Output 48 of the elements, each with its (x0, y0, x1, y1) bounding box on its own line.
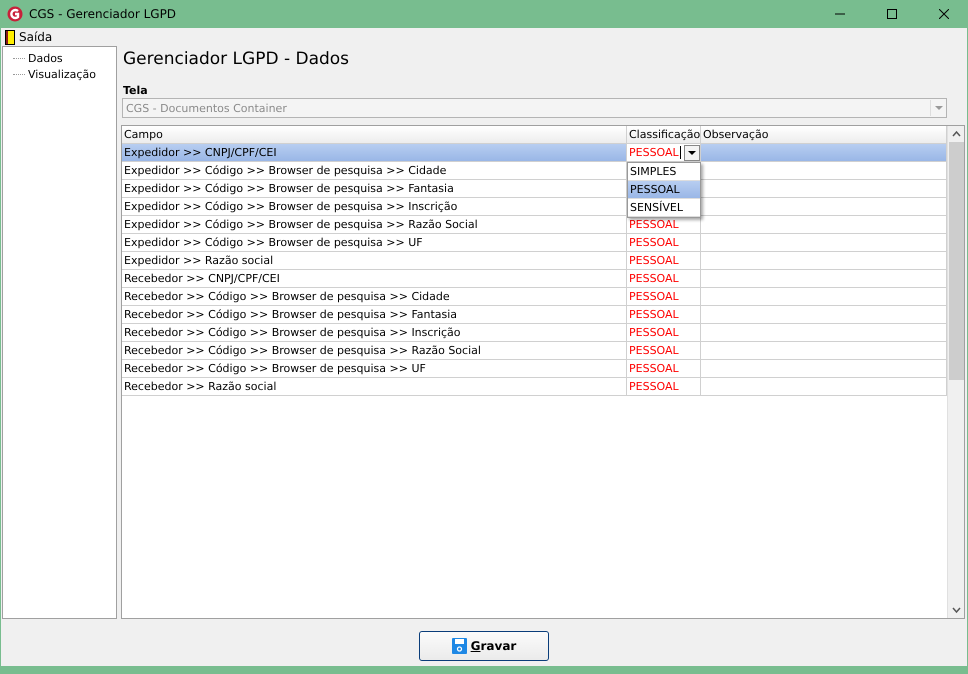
column-header[interactable]: Classificação (627, 126, 701, 143)
dropdown-option[interactable]: PESSOAL (628, 181, 700, 199)
table-row[interactable]: Recebedor >> Código >> Browser de pesquisa >> Cidade PESSOAL (122, 288, 947, 306)
table-cell: Expedidor >> Razão social (122, 252, 627, 269)
close-icon (939, 9, 949, 19)
table-row[interactable]: Expedidor >> Código >> Browser de pesquisa >> UF PESSOAL (122, 234, 947, 252)
table-cell: Recebedor >> Razão social (122, 378, 627, 395)
exit-menu-item[interactable]: Saída (5, 30, 52, 44)
tree-item[interactable]: Dados (13, 51, 116, 66)
table-cell: PESSOAL (627, 270, 701, 287)
table-row[interactable]: Expedidor >> Código >> Browser de pesquisa >> Razão Social PESSOAL (122, 216, 947, 234)
table-cell: PESSOAL (627, 306, 701, 323)
table-row[interactable]: Recebedor >> Código >> Browser de pesquisa >> UF PESSOAL (122, 360, 947, 378)
table-cell: PESSOAL (627, 360, 701, 377)
table-cell: Recebedor >> CNPJ/CPF/CEI (122, 270, 627, 287)
table-cell: Expedidor >> Código >> Browser de pesquisa >> UF (122, 234, 627, 251)
table-cell: Recebedor >> Código >> Browser de pesquisa >> UF (122, 360, 627, 377)
table-cell: PESSOAL (627, 324, 701, 341)
dropdown-option[interactable]: SIMPLES (628, 163, 700, 181)
table-row[interactable]: Expedidor >> CNPJ/CPF/CEI PESSOAL (122, 144, 947, 162)
field-label: Tela (122, 84, 149, 97)
table-row[interactable]: Expedidor >> Razão social PESSOAL (122, 252, 947, 270)
door-icon (5, 30, 15, 44)
dropdown-arrow-icon (934, 106, 942, 110)
table-cell: Recebedor >> Código >> Browser de pesquisa >> Cidade (122, 288, 627, 305)
table-row[interactable]: Recebedor >> Razão social PESSOAL (122, 378, 947, 396)
table-cell: Recebedor >> Código >> Browser de pesquisa >> Fantasia (122, 306, 627, 323)
table-cell: Recebedor >> Código >> Browser de pesquisa >> Inscrição (122, 324, 627, 341)
app-logo-icon (7, 6, 23, 22)
scrollbar[interactable] (947, 126, 964, 618)
window-title: CGS - Gerenciador LGPD (29, 7, 178, 21)
dropdown-option[interactable]: SENSÍVEL (628, 199, 700, 217)
page-heading: Gerenciador LGPD - Dados (122, 48, 350, 71)
table-row[interactable]: Recebedor >> Código >> Browser de pesquisa >> Fantasia PESSOAL (122, 306, 947, 324)
table-row[interactable]: Recebedor >> CNPJ/CPF/CEI PESSOAL (122, 270, 947, 288)
table-cell: PESSOAL (627, 288, 701, 305)
table-cell: Recebedor >> Código >> Browser de pesquisa >> Razão Social (122, 342, 627, 359)
table-cell: PESSOAL (627, 252, 701, 269)
classification-select[interactable]: PESSOAL (627, 144, 701, 161)
table-cell: PESSOAL (627, 378, 701, 395)
save-button[interactable]: Gravar (419, 630, 549, 660)
table-cell: PESSOAL (627, 234, 701, 251)
maximize-icon (887, 9, 897, 19)
tree-item[interactable]: Visualização (13, 67, 116, 82)
table-row[interactable]: Recebedor >> Código >> Browser de pesquisa >> Razão Social PESSOAL (122, 342, 947, 360)
column-header[interactable]: Campo (122, 126, 627, 143)
table-cell: PESSOAL (627, 342, 701, 359)
table-row[interactable]: Recebedor >> Código >> Browser de pesquisa >> Inscrição PESSOAL (122, 324, 947, 342)
